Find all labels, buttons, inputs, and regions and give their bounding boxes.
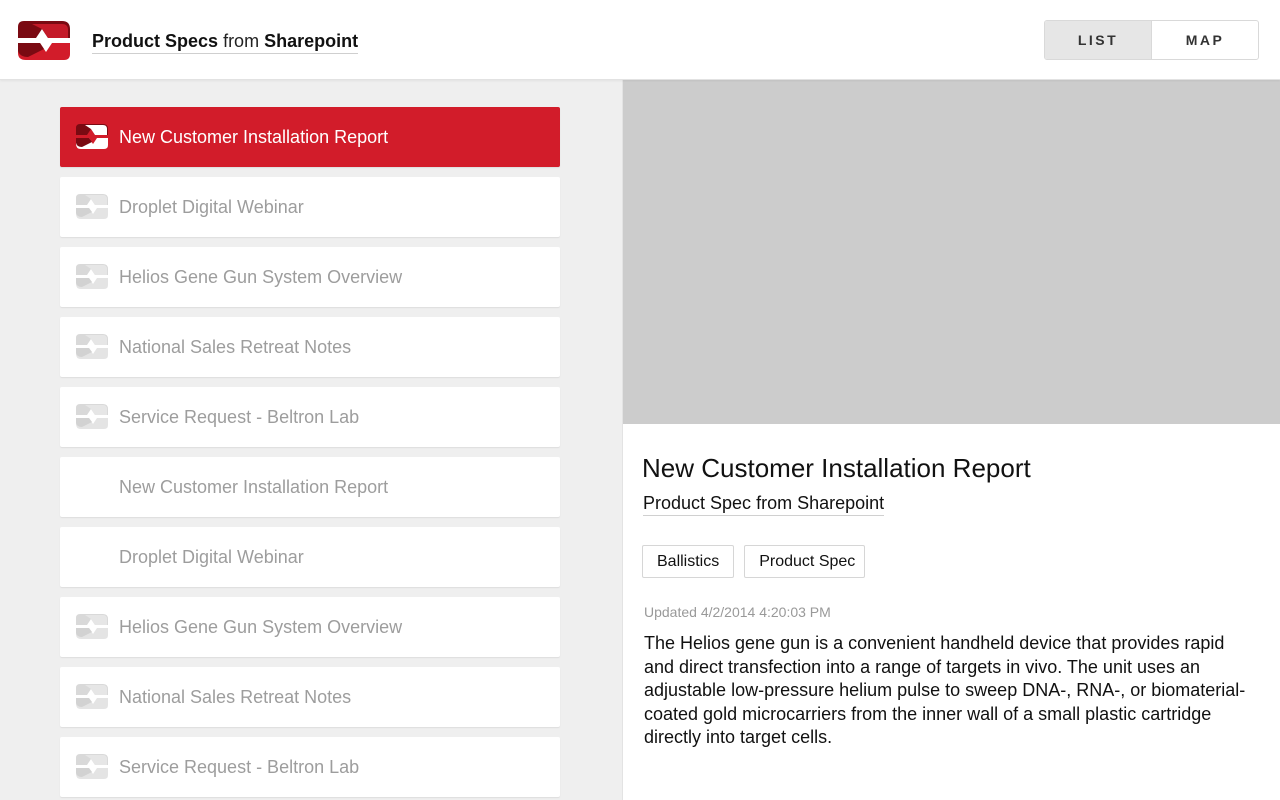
list-item-label: National Sales Retreat Notes bbox=[119, 337, 352, 357]
list-item[interactable]: New Customer Installation Report bbox=[60, 457, 560, 517]
view-toggle: LIST MAP bbox=[1044, 20, 1259, 60]
list-item-label: Helios Gene Gun System Overview bbox=[119, 617, 403, 637]
tag-list: Ballistics Product Spec bbox=[642, 545, 866, 578]
tag-product-spec[interactable]: Product Spec bbox=[744, 545, 866, 578]
list-item[interactable]: National Sales Retreat Notes bbox=[60, 667, 560, 727]
detail-description: The Helios gene gun is a convenient hand… bbox=[644, 633, 1246, 747]
document-icon bbox=[76, 684, 108, 709]
page-title: Product Specs from Sharepoint bbox=[92, 30, 359, 54]
detail-title: New Customer Installation Report bbox=[642, 453, 1031, 483]
list-item[interactable]: Helios Gene Gun System Overview bbox=[60, 247, 560, 307]
detail-source-type: Product Spec bbox=[643, 493, 752, 513]
title-from: from bbox=[223, 31, 260, 51]
detail-source-from: from bbox=[756, 493, 793, 513]
document-icon bbox=[76, 754, 108, 779]
document-icon bbox=[76, 404, 108, 429]
map-view-button[interactable]: MAP bbox=[1151, 21, 1258, 59]
document-icon bbox=[76, 614, 108, 639]
list-view-button[interactable]: LIST bbox=[1045, 21, 1151, 59]
list-item[interactable]: Service Request - Beltron Lab bbox=[60, 737, 560, 797]
list-item[interactable]: Service Request - Beltron Lab bbox=[60, 387, 560, 447]
brand-logo-icon[interactable] bbox=[18, 19, 70, 62]
list-item[interactable]: Droplet Digital Webinar bbox=[60, 527, 560, 587]
document-list[interactable]: New Customer Installation Report Droplet … bbox=[0, 80, 622, 800]
detail-source-name: Sharepoint bbox=[797, 493, 885, 513]
list-item-label: National Sales Retreat Notes bbox=[119, 687, 352, 707]
tag-ballistics[interactable]: Ballistics bbox=[642, 545, 735, 578]
detail-panel: New Customer Installation Report Product… bbox=[622, 80, 1280, 800]
document-icon bbox=[76, 334, 108, 359]
list-item[interactable]: New Customer Installation Report bbox=[60, 107, 560, 167]
list-item-label: Droplet Digital Webinar bbox=[119, 197, 304, 217]
detail-source-link[interactable]: Product Spec from Sharepoint bbox=[643, 492, 885, 516]
title-collection: Product Specs bbox=[92, 31, 219, 51]
title-source: Sharepoint bbox=[264, 31, 359, 51]
updated-timestamp: Updated 4/2/2014 4:20:03 PM bbox=[644, 604, 831, 620]
document-icon bbox=[76, 124, 108, 149]
map-placeholder[interactable] bbox=[623, 80, 1280, 424]
list-item[interactable]: National Sales Retreat Notes bbox=[60, 317, 560, 377]
list-item-label: Droplet Digital Webinar bbox=[119, 547, 304, 567]
list-item-label: New Customer Installation Report bbox=[119, 127, 389, 147]
document-icon bbox=[76, 264, 108, 289]
list-item[interactable]: Helios Gene Gun System Overview bbox=[60, 597, 560, 657]
list-item-label: Service Request - Beltron Lab bbox=[119, 407, 360, 427]
list-item[interactable]: Droplet Digital Webinar bbox=[60, 177, 560, 237]
list-item-label: New Customer Installation Report bbox=[119, 477, 389, 497]
list-item-label: Helios Gene Gun System Overview bbox=[119, 267, 403, 287]
app-header: Product Specs from Sharepoint LIST MAP bbox=[0, 0, 1280, 80]
list-item-label: Service Request - Beltron Lab bbox=[119, 757, 360, 777]
document-icon bbox=[76, 194, 108, 219]
